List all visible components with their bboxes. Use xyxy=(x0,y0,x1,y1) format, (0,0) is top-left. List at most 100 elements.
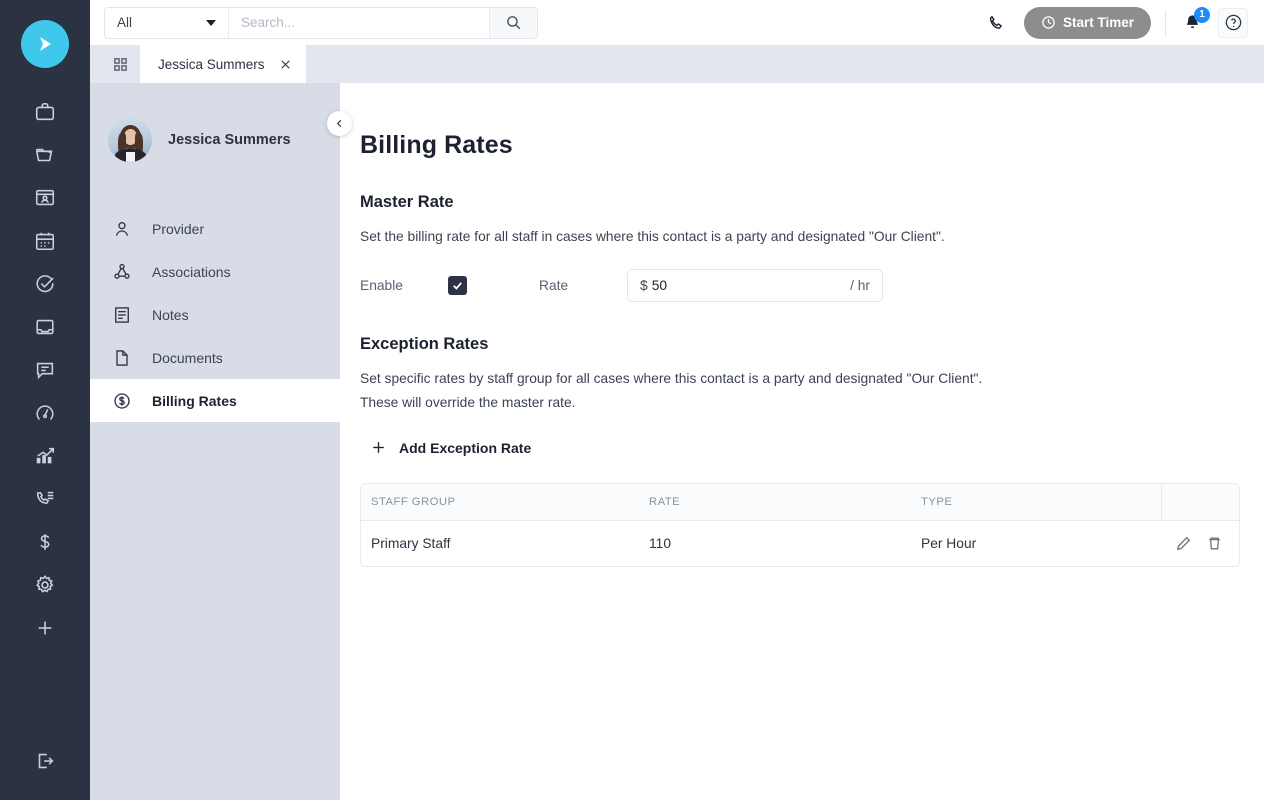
check-icon xyxy=(453,282,462,290)
rail-item-files[interactable] xyxy=(17,133,73,176)
logout-button[interactable] xyxy=(17,739,73,782)
phone-icon xyxy=(989,15,1003,29)
rail-item-inbox[interactable] xyxy=(17,305,73,348)
rate-label: Rate xyxy=(539,278,569,293)
bar-chart-icon xyxy=(36,447,55,463)
search-input[interactable] xyxy=(229,7,489,38)
master-rate-input-group[interactable]: $ / hr xyxy=(627,269,883,302)
tab-label: Jessica Summers xyxy=(158,56,265,72)
person-icon xyxy=(115,221,129,236)
inbox-icon xyxy=(36,319,54,334)
logout-icon xyxy=(38,753,54,768)
content-area: Jessica Summers Provider Associations No… xyxy=(90,83,1264,800)
toolbar-divider xyxy=(1165,9,1166,36)
rail-item-settings[interactable] xyxy=(17,563,73,606)
top-bar-actions: Start Timer 1 xyxy=(984,6,1248,39)
column-header-actions xyxy=(1160,484,1239,521)
global-search: All xyxy=(104,6,538,39)
app-logo[interactable] xyxy=(21,20,69,68)
table-header-row: STAFF GROUP RATE TYPE xyxy=(361,484,1239,521)
rail-item-reports[interactable] xyxy=(17,434,73,477)
sidebar-item-notes[interactable]: Notes xyxy=(90,293,340,336)
enable-label: Enable xyxy=(360,278,403,293)
row-action-group xyxy=(1171,535,1239,552)
trash-icon xyxy=(1209,537,1220,550)
plus-icon xyxy=(373,442,384,453)
search-scope-select[interactable]: All xyxy=(105,7,229,38)
rail-item-messages[interactable] xyxy=(17,348,73,391)
add-exception-rate-label: Add Exception Rate xyxy=(399,439,532,456)
rail-item-calendar[interactable] xyxy=(17,219,73,262)
rail-item-contacts[interactable] xyxy=(17,176,73,219)
dollar-icon xyxy=(40,533,50,550)
play-triangle-logo-icon xyxy=(40,37,51,51)
column-header-type: TYPE xyxy=(911,484,1161,521)
rail-item-tasks[interactable] xyxy=(17,262,73,305)
rail-item-add[interactable] xyxy=(17,606,73,649)
sidebar-item-label: Associations xyxy=(152,263,231,280)
sidebar-item-documents[interactable]: Documents xyxy=(90,336,340,379)
table-row[interactable]: Primary Staff 110 Per Hour xyxy=(361,521,1239,567)
exception-rates-description-line1: Set specific rates by staff group for al… xyxy=(360,371,983,386)
rail-item-dashboard[interactable] xyxy=(17,391,73,434)
sidebar-item-label: Notes xyxy=(152,306,189,323)
search-button[interactable] xyxy=(489,7,537,38)
sidebar-item-label: Provider xyxy=(152,220,205,237)
secondary-sidebar: Jessica Summers Provider Associations No… xyxy=(90,83,352,800)
calendar-icon xyxy=(35,232,55,250)
clock-icon xyxy=(1042,16,1055,29)
sidebar-item-billing-rates[interactable]: Billing Rates xyxy=(90,379,340,422)
sidebar-item-label: Documents xyxy=(152,349,223,366)
currency-symbol: $ xyxy=(640,278,648,293)
help-button[interactable] xyxy=(1218,7,1248,38)
master-rate-description: Set the billing rate for all staff in ca… xyxy=(360,229,945,244)
sidebar-item-provider[interactable]: Provider xyxy=(90,207,340,250)
exception-rates-table: STAFF GROUP RATE TYPE Primary Staff 110 … xyxy=(360,483,1240,567)
master-rate-controls: Enable Rate $ / hr xyxy=(360,269,1240,302)
main-column: All Start Timer xyxy=(90,0,1264,800)
notification-badge: 1 xyxy=(1194,6,1210,23)
start-timer-button[interactable]: Start Timer xyxy=(1023,6,1151,39)
rail-item-billing[interactable] xyxy=(17,520,73,563)
tab-close-button[interactable] xyxy=(279,58,292,71)
all-tabs-button[interactable] xyxy=(100,45,140,83)
cell-staff-group: Primary Staff xyxy=(371,536,451,551)
primary-sidebar xyxy=(0,0,90,800)
enable-checkbox[interactable] xyxy=(448,276,467,295)
delete-row-button[interactable] xyxy=(1206,535,1223,552)
notifications-button[interactable]: 1 xyxy=(1180,6,1210,36)
rail-item-matters[interactable] xyxy=(17,90,73,133)
speedometer-icon xyxy=(36,404,54,420)
edit-row-button[interactable] xyxy=(1175,535,1192,552)
add-exception-rate-button[interactable]: Add Exception Rate xyxy=(370,439,531,456)
sidebar-item-label: Billing Rates xyxy=(152,392,237,409)
column-header-rate: RATE xyxy=(639,484,911,521)
rail-item-calls[interactable] xyxy=(17,477,73,520)
tab-strip: Jessica Summers xyxy=(90,45,1264,83)
contact-profile[interactable]: Jessica Summers xyxy=(90,118,340,162)
rate-unit-label: / hr xyxy=(850,278,870,293)
master-rate-input[interactable] xyxy=(651,278,851,293)
collapse-sidebar-button[interactable] xyxy=(327,111,352,136)
notes-icon xyxy=(115,306,129,323)
search-icon xyxy=(507,16,521,30)
network-icon xyxy=(114,263,130,279)
folder-icon xyxy=(35,148,53,161)
phone-list-icon xyxy=(36,491,54,504)
tab-jessica-summers[interactable]: Jessica Summers xyxy=(140,45,306,83)
briefcase-icon xyxy=(35,102,55,120)
column-header-staff-group: STAFF GROUP xyxy=(361,484,639,521)
sidebar-item-associations[interactable]: Associations xyxy=(90,250,340,293)
avatar-shirt xyxy=(126,152,135,162)
top-bar: All Start Timer xyxy=(90,0,1264,45)
exception-rates-heading: Exception Rates xyxy=(360,335,489,353)
page-title: Billing Rates xyxy=(360,131,513,159)
chevron-down-icon xyxy=(206,19,216,26)
gear-icon xyxy=(36,574,54,593)
avatar xyxy=(108,118,152,162)
rail-icon-list xyxy=(17,90,73,649)
cell-rate: 110 xyxy=(649,536,671,551)
phone-button[interactable] xyxy=(984,10,1010,36)
question-mark-icon xyxy=(1225,14,1241,31)
master-rate-heading: Master Rate xyxy=(360,193,454,211)
